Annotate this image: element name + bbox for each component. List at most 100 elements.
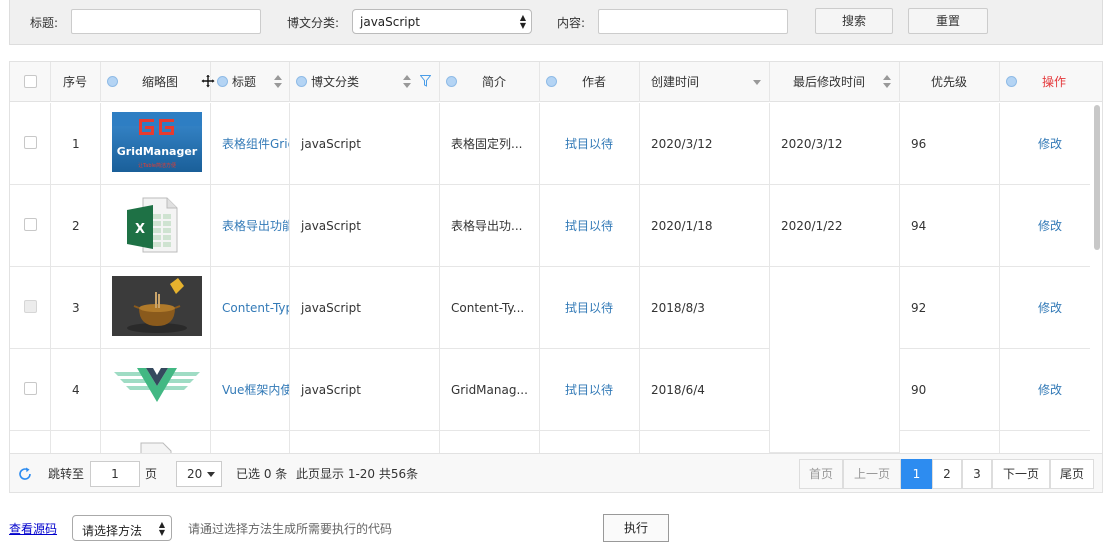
edit-link[interactable]: 修改 bbox=[1000, 349, 1090, 431]
category-select[interactable]: javaScript ▲ ▼ bbox=[352, 9, 532, 34]
row-checkbox-cell bbox=[10, 431, 51, 453]
page-button-1[interactable]: 1 bbox=[901, 459, 932, 489]
info-dot-icon[interactable] bbox=[217, 76, 228, 87]
table-row: 2 X 表格导出功能 javaScript 表格导出功... 拭目以待 2020… bbox=[10, 185, 1090, 267]
row-index: 2 bbox=[51, 185, 101, 267]
row-summary: 表格固定列... bbox=[440, 103, 540, 185]
edit-link[interactable]: 修改 bbox=[1000, 103, 1090, 185]
row-checkbox-disabled bbox=[24, 300, 37, 313]
row-created: 2020/3/12 bbox=[640, 103, 770, 185]
sort-icon[interactable] bbox=[883, 75, 891, 89]
info-dot-icon[interactable] bbox=[296, 76, 307, 87]
goto-page-input[interactable]: 1 bbox=[90, 461, 140, 487]
method-select[interactable]: 请选择方法 ▲ ▼ bbox=[72, 515, 172, 541]
row-author-link[interactable]: 拭目以待 bbox=[540, 349, 640, 431]
run-button[interactable]: 执行 bbox=[603, 514, 669, 542]
sort-icon[interactable] bbox=[403, 75, 411, 89]
row-index: 1 bbox=[51, 103, 101, 185]
category-label: 博文分类: bbox=[287, 16, 340, 30]
row-title-link[interactable]: Vue框架内使 bbox=[211, 349, 290, 431]
move-cursor-icon bbox=[201, 74, 215, 88]
reset-button[interactable]: 重置 bbox=[908, 8, 988, 34]
header-summary: 简介 bbox=[440, 62, 540, 102]
view-source-link[interactable]: 查看源码 bbox=[9, 520, 57, 537]
search-button[interactable]: 搜索 bbox=[815, 8, 893, 34]
vue-logo-image bbox=[112, 358, 202, 418]
row-checkbox-cell bbox=[10, 267, 51, 349]
row-created: 2020/1/18 bbox=[640, 185, 770, 267]
row-checkbox[interactable] bbox=[24, 382, 37, 395]
refresh-icon[interactable] bbox=[18, 467, 32, 481]
info-dot-icon[interactable] bbox=[446, 76, 457, 87]
page-info: 此页显示 1-20 共56条 bbox=[296, 467, 419, 481]
chevron-down-icon bbox=[207, 472, 215, 477]
row-created: 2018/6/4 bbox=[640, 349, 770, 431]
row-author-link[interactable]: 拭目以待 bbox=[540, 267, 640, 349]
row-author-link[interactable]: 拭目以待 bbox=[540, 103, 640, 185]
row-thumbnail: GridManager 让Table简洁方便 bbox=[101, 103, 211, 185]
row-priority: 90 bbox=[900, 349, 1000, 431]
page-button-3[interactable]: 3 bbox=[962, 459, 992, 489]
header-modified: 最后修改时间 bbox=[770, 62, 900, 102]
info-dot-icon[interactable] bbox=[107, 76, 118, 87]
data-grid: 序号 缩略图 标题 博文分类 简介 作者 创建时间 最后修改时间 优先级 操作 … bbox=[9, 61, 1103, 493]
select-updown-icon: ▲ ▼ bbox=[158, 520, 165, 537]
info-dot-icon[interactable] bbox=[546, 76, 557, 87]
info-dot-icon[interactable] bbox=[1006, 76, 1017, 87]
page-button-2[interactable]: 2 bbox=[932, 459, 962, 489]
row-author-link[interactable]: 拭目以待 bbox=[540, 185, 640, 267]
row-thumbnail: X bbox=[101, 185, 211, 267]
page-unit-label: 页 bbox=[145, 467, 158, 481]
row-checkbox-cell bbox=[10, 349, 51, 431]
prev-page-button[interactable]: 上一页 bbox=[843, 459, 901, 489]
row-modified: 2020/3/12 bbox=[770, 103, 900, 185]
sort-icon[interactable] bbox=[274, 75, 282, 89]
vertical-scrollbar[interactable] bbox=[1092, 103, 1102, 453]
search-panel: 标题: 博文分类: javaScript ▲ ▼ 内容: 搜索 重置 bbox=[9, 0, 1103, 45]
header-author: 作者 bbox=[540, 62, 640, 102]
row-checkbox[interactable] bbox=[24, 218, 37, 231]
select-updown-icon: ▲ ▼ bbox=[519, 13, 526, 30]
next-page-button[interactable]: 下一页 bbox=[992, 459, 1050, 489]
first-page-button[interactable]: 首页 bbox=[799, 459, 843, 489]
title-label: 标题: bbox=[30, 16, 59, 30]
table-header: 序号 缩略图 标题 博文分类 简介 作者 创建时间 最后修改时间 优先级 操作 bbox=[10, 62, 1102, 102]
sort-desc-icon[interactable] bbox=[753, 80, 761, 85]
row-checkbox-cell bbox=[10, 103, 51, 185]
edit-link[interactable]: 修改 bbox=[1000, 185, 1090, 267]
table-footer: 跳转至 1 页 20 已选 0 条 此页显示 1-20 共56条 首页 上一页 … bbox=[10, 453, 1102, 492]
row-checkbox[interactable] bbox=[24, 136, 37, 149]
thumbnail-image bbox=[112, 276, 202, 336]
last-page-button[interactable]: 尾页 bbox=[1050, 459, 1094, 489]
scrollbar-thumb[interactable] bbox=[1094, 105, 1100, 250]
row-thumbnail bbox=[101, 267, 211, 349]
filter-icon[interactable] bbox=[420, 75, 431, 87]
title-input[interactable] bbox=[71, 9, 261, 34]
merged-modified-cell bbox=[770, 267, 900, 453]
edit-link[interactable]: 修改 bbox=[1000, 267, 1090, 349]
row-author bbox=[540, 431, 640, 453]
row-index: 3 bbox=[51, 267, 101, 349]
row-summary: 表格导出功... bbox=[440, 185, 540, 267]
content-input[interactable] bbox=[598, 9, 788, 34]
row-created bbox=[640, 431, 770, 453]
row-summary: Content-Ty... bbox=[440, 267, 540, 349]
method-select-value: 请选择方法 bbox=[82, 524, 143, 538]
page-size-select[interactable]: 20 bbox=[176, 461, 222, 487]
goto-label: 跳转至 bbox=[48, 467, 85, 481]
table-row bbox=[10, 431, 1090, 453]
header-priority: 优先级 bbox=[900, 62, 1000, 102]
row-created: 2018/8/3 bbox=[640, 267, 770, 349]
file-icon bbox=[140, 442, 172, 453]
row-category: javaScript bbox=[290, 267, 440, 349]
excel-file-icon: X bbox=[123, 194, 183, 254]
select-all-checkbox[interactable] bbox=[24, 75, 37, 88]
row-priority: 96 bbox=[900, 103, 1000, 185]
row-title-link[interactable]: 表格导出功能 bbox=[211, 185, 290, 267]
row-title-link[interactable]: 表格组件Grid bbox=[211, 103, 290, 185]
category-select-value: javaScript bbox=[360, 15, 420, 29]
header-category: 博文分类 bbox=[290, 62, 440, 102]
content-label: 内容: bbox=[557, 16, 586, 30]
table-row: 3 Content-Type javaScript bbox=[10, 267, 1090, 349]
row-title-link[interactable]: Content-Type bbox=[211, 267, 290, 349]
